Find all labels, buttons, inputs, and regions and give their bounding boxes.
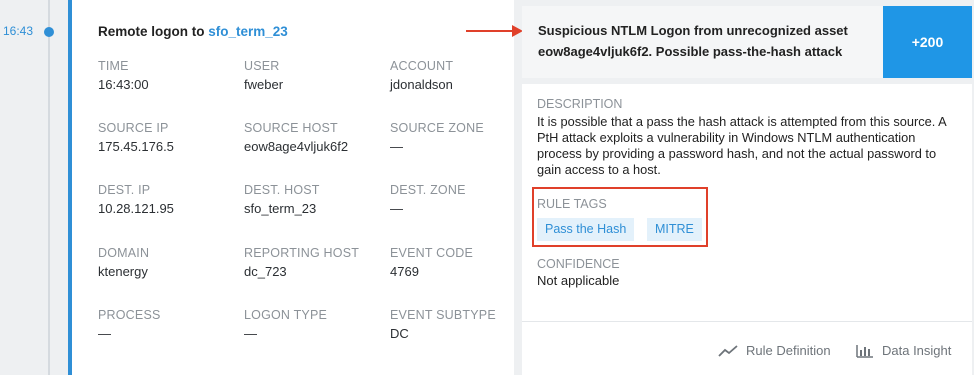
rule-tags-label: RULE TAGS bbox=[537, 197, 607, 211]
field-label: DEST. ZONE bbox=[390, 183, 466, 197]
trend-line-icon bbox=[718, 344, 738, 357]
field-value: jdonaldson bbox=[390, 77, 453, 92]
field-source-zone: SOURCE ZONE — bbox=[390, 121, 484, 154]
field-label: SOURCE IP bbox=[98, 121, 169, 135]
field-value: DC bbox=[390, 326, 409, 341]
field-label: EVENT SUBTYPE bbox=[390, 308, 496, 322]
annotation-arrow-icon bbox=[466, 25, 523, 37]
field-value: dc_723 bbox=[244, 264, 287, 279]
confidence-value: Not applicable bbox=[537, 273, 620, 288]
field-value: — bbox=[390, 201, 403, 216]
timeline-line bbox=[48, 0, 50, 375]
field-value: 4769 bbox=[390, 264, 419, 279]
field-event-code: EVENT CODE 4769 bbox=[390, 246, 473, 279]
field-dest-zone: DEST. ZONE — bbox=[390, 183, 466, 216]
field-value: — bbox=[98, 326, 111, 341]
field-label: DEST. IP bbox=[98, 183, 151, 197]
field-logon-type: LOGON TYPE — bbox=[244, 308, 327, 341]
field-user: USER fweber bbox=[244, 59, 283, 92]
field-domain: DOMAIN ktenergy bbox=[98, 246, 149, 279]
field-value: 175.45.176.5 bbox=[98, 139, 174, 154]
field-value: eow8age4vljuk6f2 bbox=[244, 139, 349, 154]
field-value: — bbox=[244, 326, 257, 341]
field-event-subtype: EVENT SUBTYPE DC bbox=[390, 308, 496, 341]
alert-title: Suspicious NTLM Logon from unrecognized … bbox=[538, 23, 848, 59]
field-dest-host: DEST. HOST sfo_term_23 bbox=[244, 183, 320, 216]
field-value: ktenergy bbox=[98, 264, 148, 279]
timeline-time: 16:43 bbox=[3, 24, 34, 38]
event-card: Remote logon to sfo_term_23 TIME 16:43:0… bbox=[68, 0, 514, 375]
field-label: REPORTING HOST bbox=[244, 246, 360, 260]
rule-definition-link[interactable]: Rule Definition bbox=[718, 343, 831, 358]
event-title-prefix: Remote logon to bbox=[98, 24, 205, 39]
field-dest-ip: DEST. IP 10.28.121.95 bbox=[98, 183, 174, 216]
field-label: TIME bbox=[98, 59, 129, 73]
tag-mitre[interactable]: MITRE bbox=[647, 218, 702, 241]
event-title-host-link[interactable]: sfo_term_23 bbox=[208, 24, 288, 39]
field-label: ACCOUNT bbox=[390, 59, 454, 73]
rule-definition-label: Rule Definition bbox=[746, 343, 831, 358]
data-insight-label: Data Insight bbox=[882, 343, 952, 358]
field-label: EVENT CODE bbox=[390, 246, 474, 260]
field-label: PROCESS bbox=[98, 308, 161, 322]
field-time: TIME 16:43:00 bbox=[98, 59, 149, 92]
event-title: Remote logon to sfo_term_23 bbox=[98, 24, 288, 39]
field-value: 10.28.121.95 bbox=[98, 201, 174, 216]
field-source-ip: SOURCE IP 175.45.176.5 bbox=[98, 121, 174, 154]
field-process: PROCESS — bbox=[98, 308, 161, 341]
field-label: DOMAIN bbox=[98, 246, 150, 260]
field-label: SOURCE HOST bbox=[244, 121, 338, 135]
field-value: sfo_term_23 bbox=[244, 201, 317, 216]
alert-header: Suspicious NTLM Logon from unrecognized … bbox=[522, 6, 972, 78]
field-label: LOGON TYPE bbox=[244, 308, 328, 322]
field-value: fweber bbox=[244, 77, 284, 92]
field-value: — bbox=[390, 139, 403, 154]
footer-divider bbox=[522, 321, 972, 322]
field-account: ACCOUNT jdonaldson bbox=[390, 59, 453, 92]
field-label: SOURCE ZONE bbox=[390, 121, 484, 135]
timeline-dot[interactable] bbox=[44, 27, 54, 37]
field-source-host: SOURCE HOST eow8age4vljuk6f2 bbox=[244, 121, 348, 154]
bar-chart-icon bbox=[856, 344, 873, 358]
confidence-label: CONFIDENCE bbox=[537, 257, 620, 271]
field-value: 16:43:00 bbox=[98, 77, 149, 92]
alert-details-panel: DESCRIPTION It is possible that a pass t… bbox=[522, 84, 972, 375]
field-label: USER bbox=[244, 59, 280, 73]
data-insight-link[interactable]: Data Insight bbox=[856, 343, 951, 358]
risk-score-badge: +200 bbox=[883, 6, 972, 78]
tag-pass-the-hash[interactable]: Pass the Hash bbox=[537, 218, 635, 241]
description-label: DESCRIPTION bbox=[537, 97, 623, 111]
description-text: It is possible that a pass the hash atta… bbox=[537, 114, 947, 177]
field-reporting-host: REPORTING HOST dc_723 bbox=[244, 246, 359, 279]
field-label: DEST. HOST bbox=[244, 183, 320, 197]
rule-tags-highlight-box: RULE TAGS Pass the Hash MITRE bbox=[532, 187, 708, 247]
